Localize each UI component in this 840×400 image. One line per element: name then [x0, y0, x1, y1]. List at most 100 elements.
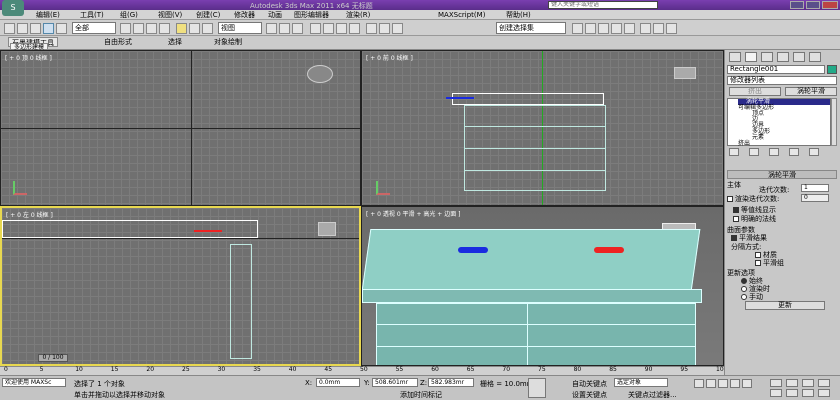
edit-named-sel-icon[interactable]: [366, 23, 377, 34]
stack-item[interactable]: 挤出: [738, 141, 750, 147]
show-end-result-icon[interactable]: [749, 148, 759, 156]
zoom-extents-all-icon[interactable]: [818, 379, 830, 387]
rollout-turbosmooth[interactable]: 涡轮平滑: [727, 170, 837, 179]
menu-group[interactable]: 组(G): [120, 10, 138, 20]
select-object-icon[interactable]: [120, 23, 131, 34]
menu-graph-editors[interactable]: 图形编辑器: [294, 10, 329, 20]
angle-snap-icon[interactable]: [323, 23, 334, 34]
utilities-tab-icon[interactable]: [809, 52, 821, 62]
viewport-left[interactable]: [ + 0 左 0 线框 ] 0 / 100: [0, 206, 361, 366]
select-scale-icon[interactable]: [202, 23, 213, 34]
menu-views[interactable]: 视图(V): [158, 10, 182, 20]
extrude-button[interactable]: 挤出: [729, 87, 781, 96]
selection-filter-dropdown[interactable]: 全部: [72, 22, 116, 34]
auto-key-button[interactable]: 自动关键点: [572, 379, 607, 389]
close-button[interactable]: [822, 1, 838, 9]
select-move-icon[interactable]: [176, 23, 187, 34]
field-of-view-icon[interactable]: [770, 389, 782, 397]
render-setup-icon[interactable]: [640, 23, 651, 34]
add-time-tag[interactable]: 添加时间标记: [400, 390, 442, 400]
y-coord-field[interactable]: 508.601mr: [372, 378, 418, 387]
viewport-front[interactable]: [ + 0 前 0 线框 ]: [361, 50, 724, 206]
redo-icon[interactable]: [17, 23, 28, 34]
manual-radio[interactable]: [741, 294, 747, 300]
create-tab-icon[interactable]: [729, 52, 741, 62]
remove-modifier-icon[interactable]: [789, 148, 799, 156]
viewport-label-left[interactable]: [ + 0 左 0 线框 ]: [6, 210, 53, 219]
pan-icon[interactable]: [786, 389, 798, 397]
x-coord-field[interactable]: 0.0mm: [316, 378, 360, 387]
unlink-icon[interactable]: [43, 23, 54, 34]
object-color-swatch[interactable]: [827, 65, 837, 74]
rendered-frame-icon[interactable]: [653, 23, 664, 34]
maxscript-listener[interactable]: 欢迎使用 MAXSc: [2, 378, 66, 387]
reference-coord-dropdown[interactable]: 视图: [218, 22, 262, 34]
tab-selection[interactable]: 选择: [168, 37, 182, 47]
display-tab-icon[interactable]: [793, 52, 805, 62]
turbosmooth-button[interactable]: 涡轮平滑: [785, 87, 837, 96]
percent-snap-icon[interactable]: [336, 23, 347, 34]
play-icon[interactable]: [718, 379, 728, 388]
z-coord-field[interactable]: 582.983mr: [428, 378, 474, 387]
graphite-toggle-icon[interactable]: [585, 23, 596, 34]
viewport-top[interactable]: [ + 0 顶 0 线框 ]: [0, 50, 361, 206]
iterations-spinner[interactable]: 1: [801, 184, 829, 192]
zoom-extents-icon[interactable]: [802, 379, 814, 387]
align-icon[interactable]: [392, 23, 403, 34]
menu-modifiers[interactable]: 修改器: [234, 10, 255, 20]
key-mode-icon[interactable]: [528, 378, 546, 398]
viewport-label-top[interactable]: [ + 0 顶 0 线框 ]: [5, 53, 52, 62]
select-by-name-icon[interactable]: [133, 23, 144, 34]
keyboard-shortcut-icon[interactable]: [292, 23, 303, 34]
viewport-label-persp[interactable]: [ + 0 透视 0 平滑 + 高光 + 边面 ]: [366, 209, 460, 218]
key-selection-dropdown[interactable]: 选定对象: [614, 378, 668, 387]
explicit-normals-checkbox[interactable]: [733, 216, 739, 222]
viewcube-icon[interactable]: [307, 65, 333, 83]
window-crossing-icon[interactable]: [159, 23, 170, 34]
next-frame-icon[interactable]: [730, 379, 740, 388]
menu-animation[interactable]: 动画: [268, 10, 282, 20]
manipulate-icon[interactable]: [279, 23, 290, 34]
tab-object-paint[interactable]: 对象绘制: [214, 37, 242, 47]
make-unique-icon[interactable]: [769, 148, 779, 156]
update-button[interactable]: 更新: [745, 301, 825, 310]
smoothing-groups-checkbox[interactable]: [755, 260, 761, 266]
modifier-stack[interactable]: 涡轮平滑 可编辑多边形 顶点 边 边界 多边形 元素 挤出: [727, 98, 831, 147]
menu-help[interactable]: 帮助(H): [506, 10, 531, 20]
mirror-icon[interactable]: [379, 23, 390, 34]
zoom-all-icon[interactable]: [786, 379, 798, 387]
menu-edit[interactable]: 编辑(E): [36, 10, 60, 20]
schematic-view-icon[interactable]: [611, 23, 622, 34]
render-iters-checkbox[interactable]: [727, 196, 733, 202]
viewcube-icon[interactable]: [674, 67, 696, 79]
menu-rendering[interactable]: 渲染(R): [346, 10, 370, 20]
render-iters-spinner[interactable]: 0: [801, 194, 829, 202]
zoom-icon[interactable]: [770, 379, 782, 387]
app-logo-icon[interactable]: S: [2, 0, 24, 16]
viewport-perspective[interactable]: [ + 0 透视 0 平滑 + 高光 + 边面 ]: [361, 206, 724, 366]
explicit-normals-row[interactable]: 明确的法线: [733, 214, 776, 224]
select-rotate-icon[interactable]: [189, 23, 200, 34]
layer-manager-icon[interactable]: [572, 23, 583, 34]
modify-tab-icon[interactable]: [745, 52, 757, 62]
stack-item[interactable]: 元素: [752, 135, 764, 141]
link-icon[interactable]: [30, 23, 41, 34]
smooth-result-checkbox[interactable]: [731, 235, 737, 241]
material-editor-icon[interactable]: [624, 23, 635, 34]
curve-editor-icon[interactable]: [598, 23, 609, 34]
object-name-field[interactable]: Rectangle001: [727, 65, 825, 74]
snaps-toggle-icon[interactable]: [310, 23, 321, 34]
maximize-button[interactable]: [806, 1, 820, 9]
viewcube-icon[interactable]: [318, 222, 336, 236]
selection-region-icon[interactable]: [146, 23, 157, 34]
minimize-button[interactable]: [790, 1, 804, 9]
undo-icon[interactable]: [4, 23, 15, 34]
set-key-button[interactable]: 设置关键点: [572, 390, 607, 400]
named-selection-dropdown[interactable]: 创建选择集: [496, 22, 566, 34]
configure-sets-icon[interactable]: [809, 148, 819, 156]
search-field[interactable]: 键入关键字或短语: [548, 1, 658, 9]
render-iters-row[interactable]: 渲染迭代次数:: [727, 194, 779, 204]
bind-spacewarp-icon[interactable]: [56, 23, 67, 34]
frame-slider[interactable]: 0 / 100: [38, 354, 68, 362]
pivot-center-icon[interactable]: [266, 23, 277, 34]
